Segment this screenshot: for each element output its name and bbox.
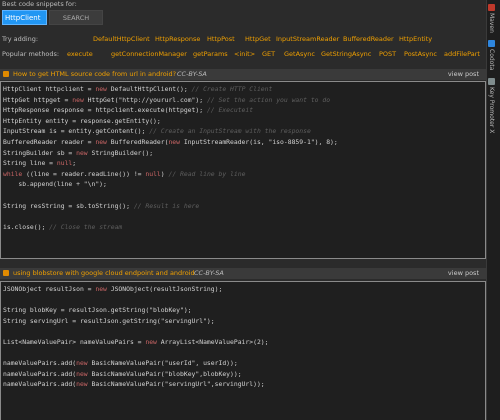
code-line: sb.append(line + "\n");	[3, 180, 107, 189]
code-line: HttpResponse response = httpclient.execu…	[3, 106, 254, 115]
code-line: String line = null;	[3, 159, 77, 168]
try-adding-label: Try adding:	[2, 35, 39, 43]
code-line: List<NameValuePair> nameValuePairs = new…	[3, 337, 269, 346]
code-line: String blobKey = resultJson.getString("b…	[3, 306, 192, 315]
license-label: CC-BY-SA	[177, 70, 207, 78]
popular-method-chip[interactable]: PostAsync	[404, 50, 437, 58]
popular-method-chip[interactable]: getConnectionManager	[111, 50, 187, 58]
try-adding-chip[interactable]: InputStreamReader	[276, 35, 339, 43]
code-line: JSONObject resultJson = new JSONObject(r…	[3, 285, 223, 293]
license-label: CC-BY-SA	[194, 269, 224, 277]
post-header: How to get HTML source code from url in …	[0, 69, 487, 80]
code-line: HttpClient httpclient = new DefaultHttpC…	[3, 85, 273, 93]
popular-method-chip[interactable]: getParams	[193, 50, 228, 58]
try-adding-chip[interactable]: HttpEntity	[399, 35, 432, 43]
code-line: String resString = sb.toString(); // Res…	[3, 201, 200, 210]
tool-window-sidebar: Maven Codota Key Promoter X	[486, 0, 500, 420]
code-block: JSONObject resultJson = new JSONObject(r…	[0, 281, 486, 420]
tab-label: Maven	[488, 13, 495, 33]
code-line: nameValuePairs.add(new BasicNameValuePai…	[3, 369, 242, 378]
tab-maven[interactable]: Maven	[488, 4, 495, 33]
snippets-panel: Best code snippets for: HttpClient SEARC…	[0, 0, 487, 420]
popular-method-chip[interactable]: GET	[262, 50, 275, 58]
popular-method-chip[interactable]: <init>	[234, 50, 255, 58]
code-line: nameValuePairs.add(new BasicNameValuePai…	[3, 380, 265, 389]
snippet-icon	[3, 270, 9, 276]
try-adding-chip[interactable]: BufferedReader	[343, 35, 394, 43]
code-line: HttpGet httpget = new HttpGet("http://yo…	[3, 95, 331, 104]
try-adding-chip[interactable]: DefaultHttpClient	[93, 35, 150, 43]
code-line: BufferedReader reader = new BufferedRead…	[3, 137, 338, 146]
popular-method-chip[interactable]: POST	[379, 50, 396, 58]
code-block: HttpClient httpclient = new DefaultHttpC…	[0, 81, 486, 259]
page-title: Best code snippets for:	[2, 0, 77, 8]
code-snippet: JSONObject resultJson = new JSONObject(r…	[1, 282, 485, 392]
popular-methods-label: Popular methods:	[2, 50, 60, 58]
search-input[interactable]: HttpClient	[2, 10, 47, 25]
code-line: String servingUrl = resultJson.getString…	[3, 316, 215, 325]
view-post-link[interactable]: view post	[448, 269, 479, 277]
tab-label: Codota	[488, 49, 495, 71]
view-post-link[interactable]: view post	[448, 70, 479, 78]
post-title[interactable]: using blobstore with google cloud endpoi…	[13, 269, 195, 277]
popular-method-chip[interactable]: addFilePart	[444, 50, 480, 58]
popular-method-chip[interactable]: GetStringAsync	[321, 50, 371, 58]
code-line: StringBuilder sb = new StringBuilder();	[3, 148, 154, 157]
code-snippet: HttpClient httpclient = new DefaultHttpC…	[1, 82, 485, 234]
code-line: nameValuePairs.add(new BasicNameValuePai…	[3, 359, 238, 368]
key-promoter-icon	[488, 78, 495, 85]
popular-method-chip[interactable]: GetAsync	[284, 50, 315, 58]
search-button[interactable]: SEARCH	[49, 10, 103, 25]
code-line: is.close(); // Close the stream	[3, 222, 123, 231]
try-adding-chip[interactable]: HttpGet	[245, 35, 271, 43]
post-title[interactable]: How to get HTML source code from url in …	[13, 70, 176, 78]
tab-codota[interactable]: Codota	[488, 40, 495, 70]
maven-icon	[488, 4, 495, 11]
try-adding-chip[interactable]: HttpPost	[207, 35, 235, 43]
code-line: HttpEntity entity = response.getEntity()…	[3, 116, 161, 125]
snippet-icon	[3, 71, 9, 77]
popular-method-chip[interactable]: execute	[67, 50, 93, 58]
try-adding-chip[interactable]: HttpResponse	[155, 35, 200, 43]
code-line: while ((line = reader.readLine()) != nul…	[3, 169, 246, 178]
post-header: using blobstore with google cloud endpoi…	[0, 268, 487, 279]
code-line: InputStream is = entity.getContent(); //…	[3, 127, 311, 136]
tab-label: Key Promoter X	[488, 87, 495, 134]
tab-key-promoter-x[interactable]: Key Promoter X	[488, 78, 495, 133]
codota-icon	[488, 40, 495, 47]
